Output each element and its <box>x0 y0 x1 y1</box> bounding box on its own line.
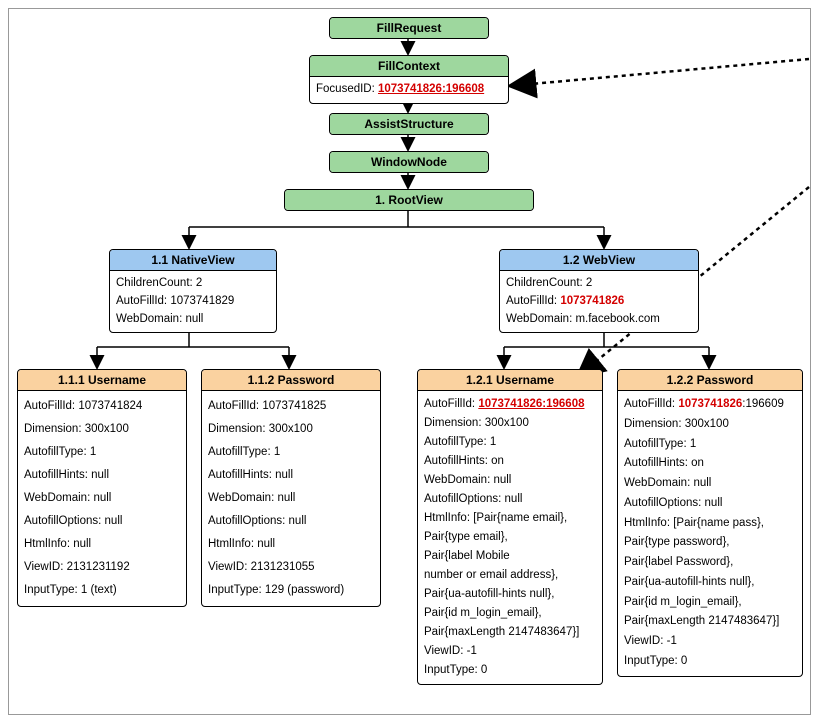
node-body: AutoFillId: 1073741824 Dimension: 300x10… <box>18 391 186 606</box>
node-title: 1.2 WebView <box>500 250 698 271</box>
node-body: ChildrenCount: 2 AutoFillId: 1073741829 … <box>110 271 276 332</box>
node-122-password: 1.2.2 Password AutoFillId: 1073741826:19… <box>617 369 803 677</box>
node-nativeview: 1.1 NativeView ChildrenCount: 2 AutoFill… <box>109 249 277 333</box>
focusedid-label: FocusedID: <box>316 83 378 95</box>
node-title: FillContext <box>310 56 508 77</box>
node-body: AutoFillId: 1073741826:196609 Dimension:… <box>618 391 802 676</box>
text: WebDomain: m.facebook.com <box>506 313 660 325</box>
node-title: 1.1 NativeView <box>110 250 276 271</box>
node-title: 1.1.2 Password <box>202 370 380 391</box>
node-body: AutoFillId: 1073741826:196608 Dimension:… <box>418 391 602 684</box>
node-windownode: WindowNode <box>329 151 489 173</box>
autofillid-highlight: 1073741826:196608 <box>478 398 584 410</box>
node-title: WindowNode <box>330 152 488 172</box>
node-webview: 1.2 WebView ChildrenCount: 2 AutoFillId:… <box>499 249 699 333</box>
text: Dimension: 300x100 AutofillType: 1 Autof… <box>624 418 779 667</box>
text: Dimension: 300x100 AutofillType: 1 Autof… <box>424 417 579 676</box>
node-title: 1.2.2 Password <box>618 370 802 391</box>
autofillid-highlight: 1073741826 <box>560 295 624 307</box>
node-body: ChildrenCount: 2 AutoFillId: 1073741826 … <box>500 271 698 332</box>
node-body: AutoFillId: 1073741825 Dimension: 300x10… <box>202 391 380 606</box>
node-rootview: 1. RootView <box>284 189 534 211</box>
node-title: FillRequest <box>330 18 488 38</box>
text: :196609 <box>742 398 784 410</box>
node-fillrequest: FillRequest <box>329 17 489 39</box>
node-title: AssistStructure <box>330 114 488 134</box>
node-112-password: 1.1.2 Password AutoFillId: 1073741825 Di… <box>201 369 381 607</box>
focusedid-value: 1073741826:196608 <box>378 83 484 95</box>
node-111-username: 1.1.1 Username AutoFillId: 1073741824 Di… <box>17 369 187 607</box>
node-assiststructure: AssistStructure <box>329 113 489 135</box>
node-title: 1.1.1 Username <box>18 370 186 391</box>
node-title: 1.2.1 Username <box>418 370 602 391</box>
node-121-username: 1.2.1 Username AutoFillId: 1073741826:19… <box>417 369 603 685</box>
diagram-canvas: FillRequest FillContext FocusedID: 10737… <box>8 8 811 715</box>
text: AutoFillId: <box>424 398 478 410</box>
autofillid-highlight: 1073741826 <box>678 398 742 410</box>
node-title: 1. RootView <box>285 190 533 210</box>
node-fillcontext: FillContext FocusedID: 1073741826:196608 <box>309 55 509 104</box>
fillcontext-body: FocusedID: 1073741826:196608 <box>310 77 508 103</box>
text: AutoFillId: <box>624 398 678 410</box>
